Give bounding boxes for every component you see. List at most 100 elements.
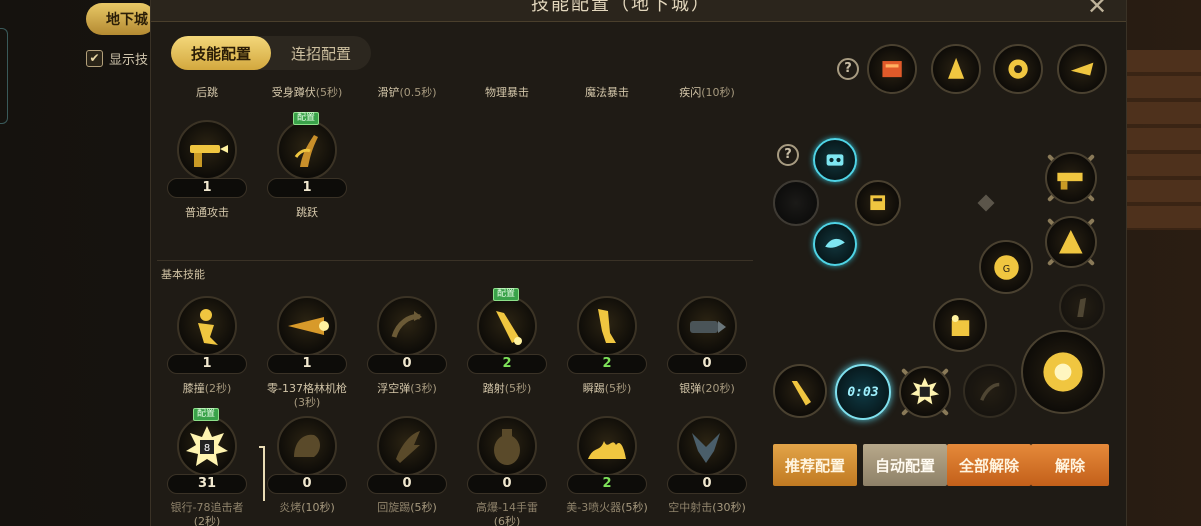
skill-count: 0 bbox=[667, 474, 747, 494]
flamethrower-icon[interactable] bbox=[577, 416, 637, 476]
skill-slot-grenade[interactable]: 0 bbox=[457, 416, 557, 496]
checkbox-checked-icon[interactable]: ✔ bbox=[86, 50, 103, 67]
skill-name: 高爆-14手雷 (6秒) bbox=[476, 501, 538, 526]
skill-slot-a2[interactable] bbox=[1045, 216, 1097, 268]
recommend-config-button[interactable]: 推荐配置 bbox=[773, 444, 857, 486]
gatling-gun-icon[interactable] bbox=[277, 296, 337, 356]
skill-name: 踏射(5秒) bbox=[482, 382, 532, 395]
skill-slot-b2[interactable] bbox=[933, 298, 987, 352]
buff-slot-2[interactable] bbox=[931, 44, 981, 94]
skill-count: 2 bbox=[467, 354, 547, 374]
skill-slot-spin-kick[interactable]: 0 bbox=[357, 416, 457, 496]
skill-slot-stomp-shot[interactable]: 配置 2 bbox=[457, 288, 557, 376]
flame-beast-icon[interactable] bbox=[277, 416, 337, 476]
skill-name: 跳跃 bbox=[296, 206, 318, 219]
stomp-shot-icon[interactable] bbox=[477, 296, 537, 356]
skill-slot-normal-attack[interactable]: 1 bbox=[157, 120, 257, 200]
skill-slot-gatling[interactable]: 1 bbox=[257, 296, 357, 376]
section-divider bbox=[157, 260, 753, 261]
skill-name: 普通攻击 bbox=[185, 206, 229, 219]
air-shot-icon[interactable] bbox=[677, 416, 737, 476]
skill-label-crouch: 受身蹲伏(5秒) bbox=[271, 86, 343, 99]
config-tabs: 技能配置 连招配置 bbox=[171, 36, 372, 70]
dungeon-tag[interactable]: 地下城 bbox=[86, 3, 156, 35]
mine-icon[interactable]: 8 bbox=[177, 416, 237, 476]
dpad-slot-up[interactable] bbox=[813, 138, 857, 182]
skill-name: 空中射击(30秒) bbox=[668, 501, 746, 514]
skill-name: 美-3喷火器(5秒) bbox=[566, 501, 648, 514]
skill-slot-jump[interactable]: 配置 1 bbox=[257, 112, 357, 200]
help-icon[interactable]: ? bbox=[777, 144, 799, 166]
skill-slot-quick-kick[interactable]: 2 bbox=[557, 296, 657, 376]
skill-count: 31 bbox=[167, 474, 247, 494]
configured-badge: 配置 bbox=[493, 288, 520, 301]
help-icon[interactable]: ? bbox=[837, 58, 859, 80]
skill-name: 膝撞(2秒) bbox=[182, 382, 232, 395]
show-skill-checkbox[interactable]: ✔ 显示技 bbox=[86, 49, 148, 68]
main-attack-slot[interactable] bbox=[1021, 330, 1105, 414]
auto-config-button[interactable]: 自动配置 bbox=[863, 444, 947, 486]
skill-count: 1 bbox=[267, 354, 347, 374]
gun-attack-icon[interactable] bbox=[177, 120, 237, 180]
dpad-slot-left[interactable] bbox=[773, 180, 819, 226]
skill-list-panel: 后跳 受身蹲伏(5秒) 滑铲(0.5秒) 物理暴击 魔法暴击 疾闪(10秒) 1… bbox=[157, 76, 755, 526]
skill-slot-b1[interactable]: G bbox=[979, 240, 1033, 294]
clear-all-button[interactable]: 全部解除 bbox=[947, 444, 1031, 486]
dialog-title: 技能配置（地下城） bbox=[531, 0, 711, 15]
skill-count: 1 bbox=[167, 354, 247, 374]
buff-slot-4[interactable] bbox=[1057, 44, 1107, 94]
tab-skill-config[interactable]: 技能配置 bbox=[171, 36, 272, 70]
basic-skills-title: 基本技能 bbox=[161, 268, 205, 281]
skill-label-slide: 滑铲(0.5秒) bbox=[377, 86, 437, 99]
skill-name: 银行-78追击者 (2秒) bbox=[170, 501, 244, 526]
skill-count: 0 bbox=[467, 474, 547, 494]
dungeon-tag-label: 地下城 bbox=[106, 12, 148, 28]
buff-slot-1[interactable] bbox=[867, 44, 917, 94]
configured-badge: 配置 bbox=[193, 408, 220, 421]
jump-icon[interactable] bbox=[277, 120, 337, 180]
skill-slot-c2[interactable] bbox=[899, 366, 951, 418]
skill-config-dialog: 技能配置（地下城） ✕ 技能配置 连招配置 后跳 受身蹲伏(5秒) 滑铲(0.5… bbox=[150, 0, 1127, 526]
left-edge-panel bbox=[0, 28, 8, 124]
skill-name: 炎烤(10秒) bbox=[279, 501, 335, 514]
show-skill-label: 显示技 bbox=[109, 53, 149, 68]
skill-slot-mine[interactable]: 配置 8 31 bbox=[157, 408, 257, 496]
knee-strike-icon[interactable] bbox=[177, 296, 237, 356]
dpad-slot-right[interactable] bbox=[855, 180, 901, 226]
dpad-slot-down[interactable] bbox=[813, 222, 857, 266]
clear-button[interactable]: 解除 bbox=[1031, 444, 1109, 486]
skill-slot-c3[interactable] bbox=[963, 364, 1017, 418]
skill-slot-silver-bullet[interactable]: 0 bbox=[657, 296, 757, 376]
skill-name: 浮空弹(3秒) bbox=[377, 382, 437, 395]
skill-slot-a3[interactable] bbox=[1059, 284, 1105, 330]
svg-text:8: 8 bbox=[204, 443, 210, 454]
skill-slot-c1[interactable] bbox=[773, 364, 827, 418]
tab-combo-config[interactable]: 连招配置 bbox=[271, 36, 371, 70]
skill-label-dash: 疾闪(10秒) bbox=[679, 86, 735, 99]
skill-slot-flame-beast[interactable]: 0 bbox=[257, 416, 357, 496]
buff-slot-3[interactable] bbox=[993, 44, 1043, 94]
quick-kick-icon[interactable] bbox=[577, 296, 637, 356]
skill-label-phys-crit: 物理暴击 bbox=[485, 86, 529, 99]
skill-count: 0 bbox=[367, 474, 447, 494]
skill-slot-knee[interactable]: 1 bbox=[157, 296, 257, 376]
skill-slot-a1[interactable] bbox=[1045, 152, 1097, 204]
dpad-center-icon bbox=[977, 194, 995, 212]
skill-count: 0 bbox=[667, 354, 747, 374]
skill-slot-float-shot[interactable]: 0 bbox=[357, 296, 457, 376]
skill-slot-air-shot[interactable]: 0 bbox=[657, 416, 757, 496]
skill-slot-flamethrower[interactable]: 2 bbox=[557, 416, 657, 496]
skill-count: 1 bbox=[267, 178, 347, 198]
silver-bullet-icon[interactable] bbox=[677, 296, 737, 356]
skill-count: 2 bbox=[567, 474, 647, 494]
skill-slot-cooldown[interactable]: 0:03 bbox=[835, 364, 891, 420]
grenade-icon[interactable] bbox=[477, 416, 537, 476]
background-wood-wall bbox=[1121, 50, 1201, 230]
skill-name: 瞬踢(5秒) bbox=[582, 382, 632, 395]
skill-name: 回旋踢(5秒) bbox=[377, 501, 437, 514]
spin-kick-icon[interactable] bbox=[377, 416, 437, 476]
drag-link-line bbox=[259, 446, 265, 501]
configured-badge: 配置 bbox=[293, 112, 320, 125]
cooldown-timer: 0:03 bbox=[847, 384, 879, 400]
float-shot-icon[interactable] bbox=[377, 296, 437, 356]
